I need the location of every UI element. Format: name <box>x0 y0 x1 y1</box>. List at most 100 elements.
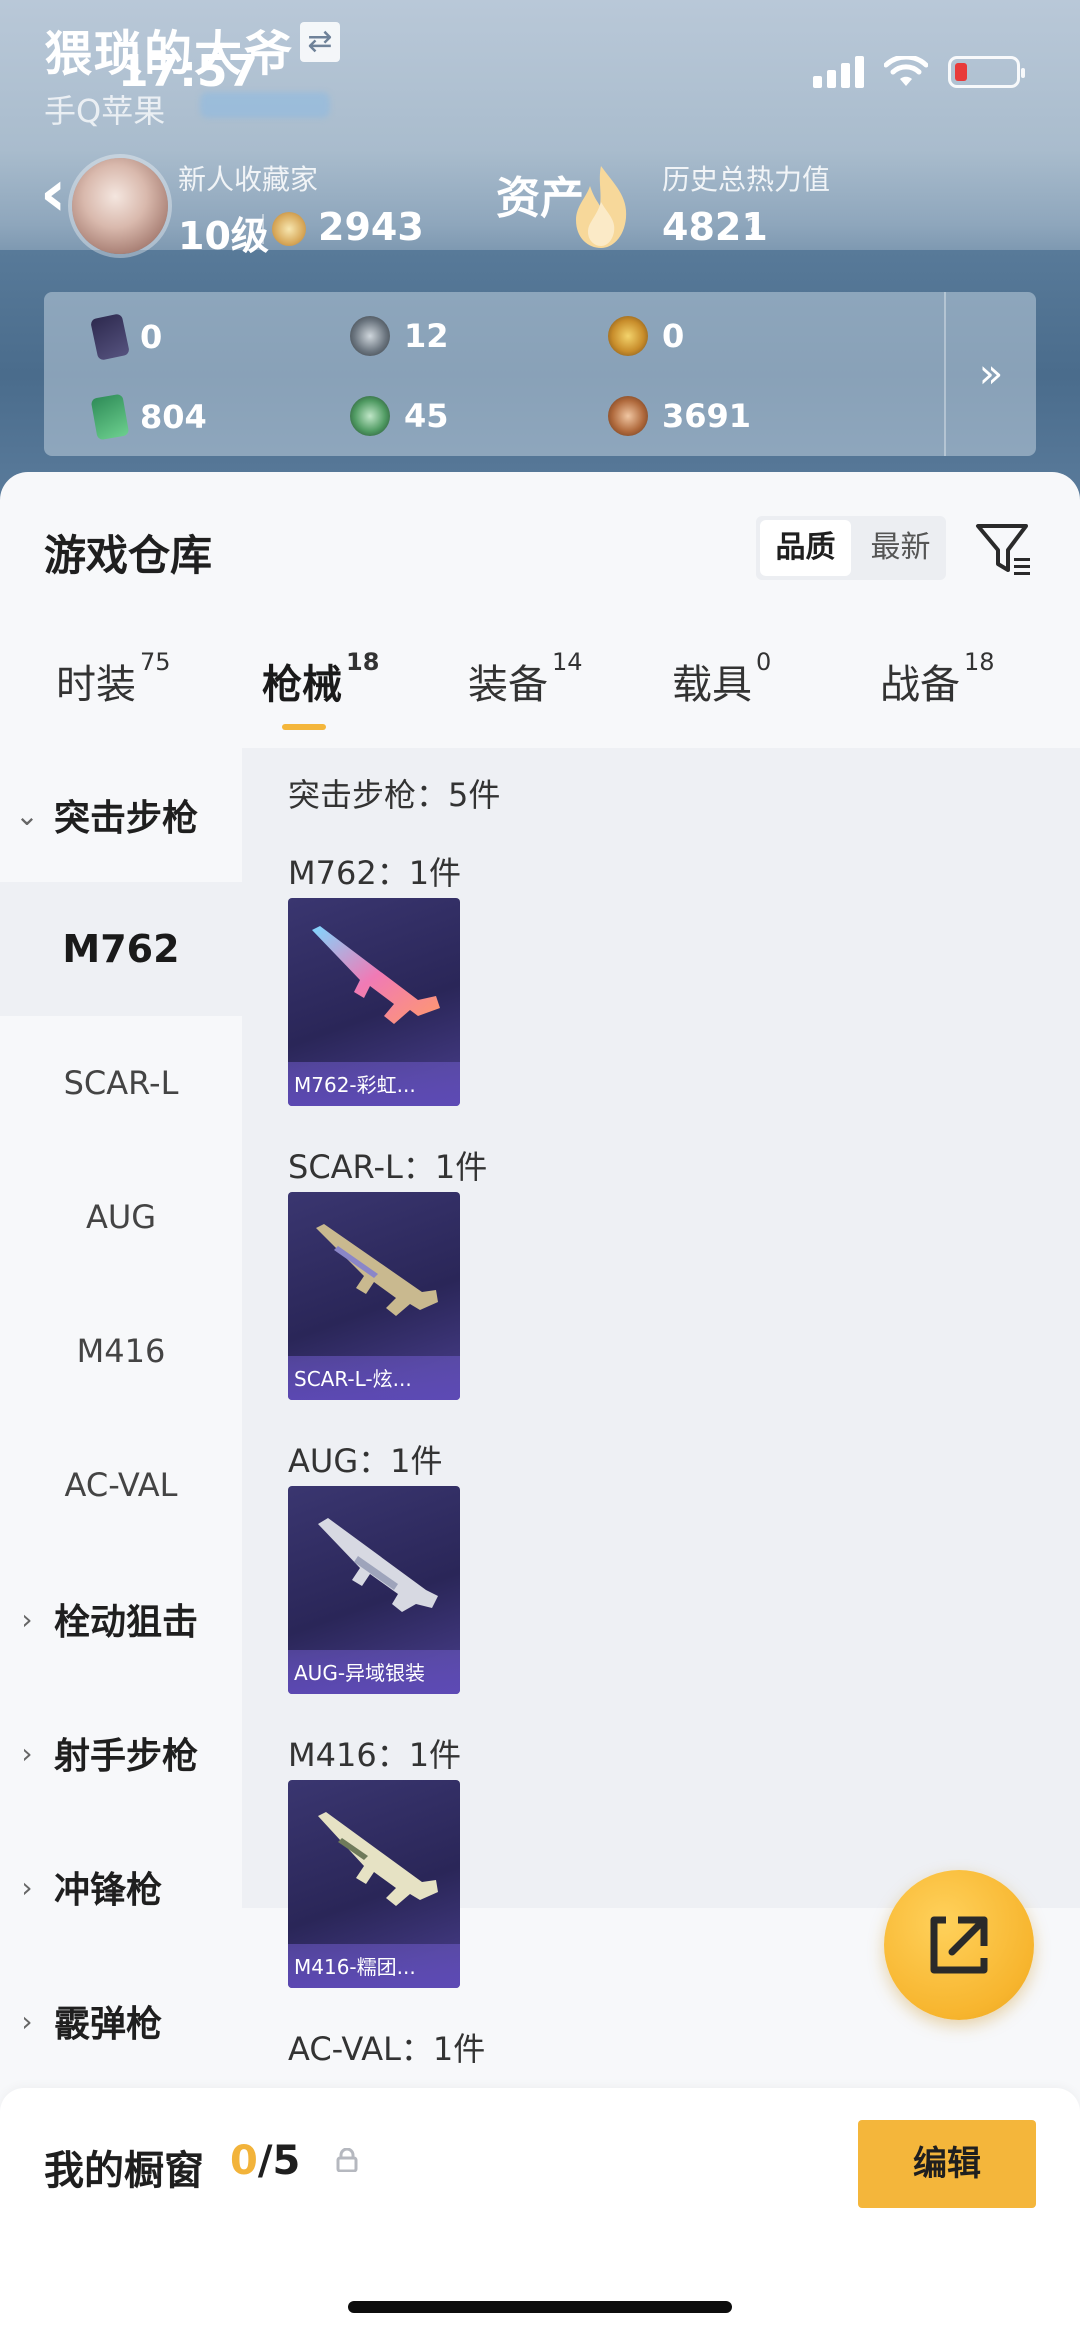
stat-item: 45 <box>350 396 449 436</box>
category-shotgun[interactable]: › 霰弹枪 <box>0 1954 242 2088</box>
stats-more-button[interactable]: » <box>944 292 1036 456</box>
scar-l-rifle-icon <box>316 1224 438 1316</box>
blurred-region <box>200 92 330 118</box>
chevron-right-icon: › <box>21 2004 33 2038</box>
tab-count: 18 <box>964 648 995 676</box>
tab-count: 14 <box>552 648 583 676</box>
stat-value: 12 <box>404 317 449 355</box>
weapon-name: M762-彩虹... <box>294 1073 416 1097</box>
flame-icon <box>576 166 627 248</box>
stat-item: 0 <box>89 313 163 361</box>
weapon-card[interactable]: M416-糯团... <box>288 1780 460 1988</box>
stat-item: 12 <box>350 316 449 356</box>
sort-quality-button[interactable]: 品质 <box>760 520 851 576</box>
subcategory-ac-val[interactable]: AC-VAL <box>0 1418 242 1552</box>
category-marksman-rifle[interactable]: › 射手步枪 <box>0 1686 242 1820</box>
group-header: AUG：1件 <box>288 1442 443 1480</box>
category-assault-rifle[interactable]: ⌄ 突击步枪 <box>0 748 242 882</box>
status-bar-icons <box>813 52 1025 92</box>
category-tabs: 时装 75 枪械 18 装备 14 载具 0 战备 18 <box>0 648 1080 732</box>
weapon-name: M416-糯团... <box>294 1955 416 1979</box>
weapon-category-sidebar: ⌄ 突击步枪 M762 SCAR-L AUG M416 AC-VAL › 栓动狙… <box>0 748 242 2045</box>
weapon-card[interactable]: SCAR-L-炫... <box>288 1192 460 1400</box>
group-header: SCAR-L：1件 <box>288 1148 488 1186</box>
stat-value: 0 <box>140 318 163 356</box>
showcase-label: 我的橱窗 <box>44 2148 204 2194</box>
category-label: 突击步枪 <box>54 798 199 839</box>
stat-value: 804 <box>140 398 207 436</box>
stat-item: 0 <box>608 316 684 356</box>
gold-token-icon <box>608 316 648 356</box>
badge-title: 新人收藏家 <box>178 163 319 196</box>
tab-count: 75 <box>140 648 171 676</box>
tab-label: 战备 <box>880 662 960 708</box>
bronze-coin-icon <box>608 396 648 436</box>
tab-equipment[interactable]: 装备 14 <box>468 648 583 710</box>
chevron-right-icon: › <box>21 1870 33 1904</box>
category-label: 霰弹枪 <box>54 2004 163 2045</box>
category-label: 冲锋枪 <box>54 1870 163 1911</box>
tab-label: 时装 <box>56 662 136 708</box>
showcase-current: 0 <box>230 2138 258 2184</box>
collector-badge-icon <box>72 158 168 254</box>
subcategory-m416[interactable]: M416 <box>0 1284 242 1418</box>
wifi-icon <box>884 56 928 86</box>
weapon-list: 突击步枪：5件 M762：1件 M762-彩虹... SCAR-L：1件 SCA… <box>242 748 1080 2068</box>
subcategory-aug[interactable]: AUG <box>0 1150 242 1284</box>
group-header: M416：1件 <box>288 1736 462 1774</box>
share-button[interactable] <box>884 1870 1034 2020</box>
category-label: 射手步枪 <box>54 1736 199 1777</box>
tab-label: 装备 <box>468 662 548 708</box>
tab-label: 枪械 <box>262 662 342 708</box>
back-chevron-icon[interactable]: ‹ <box>40 162 66 226</box>
aug-rifle-icon <box>318 1518 438 1612</box>
cash-icon <box>90 393 130 441</box>
warehouse-panel: 游戏仓库 品质 最新 时装 75 枪械 18 装备 14 载具 0 战备 18 ⌄ 突击步… <box>0 472 1080 2337</box>
showcase-total: /5 <box>257 2138 301 2184</box>
coin-value: 2943 <box>318 205 424 249</box>
chevron-right-icon: › <box>21 1602 33 1636</box>
green-coin-icon <box>350 396 390 436</box>
tab-vehicles[interactable]: 载具 0 <box>672 648 771 710</box>
stat-item: 804 <box>90 393 207 441</box>
share-external-icon <box>930 1916 988 1974</box>
stat-value: 0 <box>662 317 685 355</box>
showcase-count: 0/5 <box>230 2138 300 2184</box>
group-header: AC-VAL：1件 <box>288 2030 486 2068</box>
category-bolt-sniper[interactable]: › 栓动狙击 <box>0 1552 242 1686</box>
group-header: M762：1件 <box>288 854 462 892</box>
lock-icon <box>336 2148 358 2172</box>
chevron-down-icon: ⌄ <box>15 798 39 832</box>
help-icon[interactable]: ? <box>746 214 760 244</box>
resource-stats-card: 0 12 0 804 45 3691 » <box>44 292 1036 456</box>
edit-button[interactable]: 编辑 <box>858 2120 1036 2208</box>
tab-firearms[interactable]: 枪械 18 <box>262 648 379 710</box>
weapon-card[interactable]: M762-彩虹... <box>288 898 460 1106</box>
platform-label: 手Q苹果 <box>44 92 166 130</box>
subcategory-m762[interactable]: M762 <box>0 882 242 1016</box>
chevron-right-icon: › <box>21 1736 33 1770</box>
cellular-signal-icon <box>813 56 864 88</box>
category-summary: 突击步枪：5件 <box>288 776 501 814</box>
subcategory-scar-l[interactable]: SCAR-L <box>0 1016 242 1150</box>
divider <box>262 214 264 244</box>
m762-rifle-icon <box>312 926 440 1024</box>
dial-icon <box>350 316 390 356</box>
m416-rifle-icon <box>318 1812 438 1906</box>
history-heat-label: 历史总热力值 <box>662 163 831 196</box>
level-value: 10级 <box>178 214 269 258</box>
home-indicator <box>348 2301 732 2313</box>
filter-icon[interactable] <box>974 520 1034 580</box>
stat-value: 3691 <box>662 397 752 435</box>
sort-newest-button[interactable]: 最新 <box>855 516 946 580</box>
category-label: 栓动狙击 <box>54 1602 199 1643</box>
stat-item: 3691 <box>608 396 751 436</box>
tab-count: 18 <box>346 648 380 676</box>
tab-fashion[interactable]: 时装 75 <box>56 648 171 710</box>
weapon-name: AUG-异域银装 <box>294 1661 426 1685</box>
showcase-bar: 我的橱窗 0/5 编辑 <box>0 2088 1080 2337</box>
tab-combat-gear[interactable]: 战备 18 <box>880 648 995 710</box>
category-smg[interactable]: › 冲锋枪 <box>0 1820 242 1954</box>
weapon-card[interactable]: AUG-异域银装 <box>288 1486 460 1694</box>
switch-account-icon[interactable]: ⇄ <box>300 22 340 62</box>
